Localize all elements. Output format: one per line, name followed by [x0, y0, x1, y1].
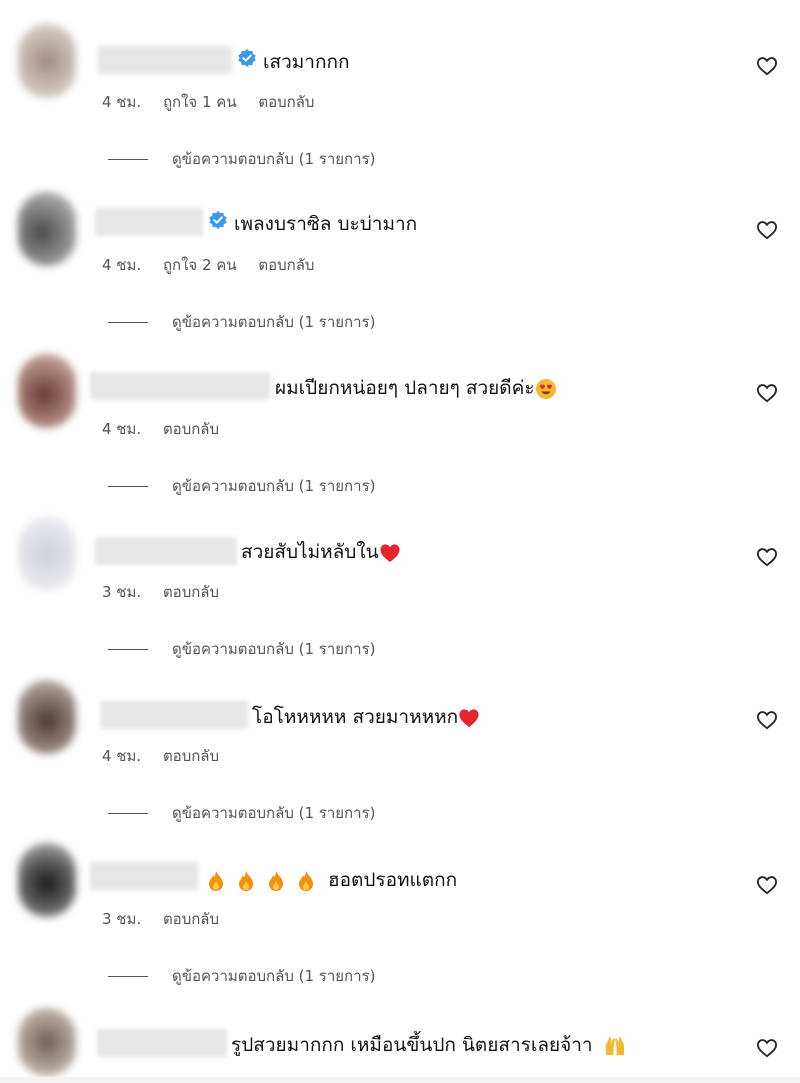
- comment-time: 4 ชม.: [102, 93, 142, 111]
- username-blurred[interactable]: [98, 46, 232, 74]
- replies-divider: [108, 813, 148, 814]
- comment-text: เพลงบราซิล บะบ่ามาก: [234, 213, 418, 235]
- reply-button[interactable]: ตอบกลับ: [163, 583, 219, 601]
- replies-divider: [108, 322, 148, 323]
- comment-meta: 4 ชม. ตอบกลับ: [102, 744, 236, 768]
- reply-button[interactable]: ตอบกลับ: [258, 93, 314, 111]
- view-replies-button[interactable]: ดูข้อความตอบกลับ (1 รายการ): [108, 147, 375, 171]
- fire-emoji: [239, 870, 253, 891]
- verified-badge-icon: [209, 211, 227, 229]
- comment-time: 4 ชม.: [102, 256, 142, 274]
- comment-text: เสวมากกก: [263, 51, 350, 73]
- reply-button[interactable]: ตอบกลับ: [258, 256, 314, 274]
- username-blurred[interactable]: [95, 537, 237, 565]
- comment-time: 4 ชม.: [102, 420, 142, 438]
- username-blurred[interactable]: [90, 372, 270, 400]
- view-replies-label: ดูข้อความตอบกลับ (1 รายการ): [172, 477, 376, 495]
- comment-likes[interactable]: ถูกใจ 1 คน: [163, 93, 237, 111]
- avatar[interactable]: [18, 517, 76, 591]
- comment-text-content: ผมเปียกหน่อยๆ ปลายๆ สวยดีค่ะ: [275, 377, 535, 399]
- replies-divider: [108, 486, 148, 487]
- comment-meta: 4 ชม. ถูกใจ 2 คน ตอบกลับ: [102, 253, 331, 277]
- comment-time: 3 ชม.: [102, 910, 142, 928]
- like-heart-icon[interactable]: [756, 220, 778, 240]
- avatar[interactable]: [18, 1008, 76, 1076]
- view-replies-button[interactable]: ดูข้อความตอบกลับ (1 รายการ): [108, 637, 375, 661]
- comment-time: 3 ชม.: [102, 583, 142, 601]
- comment-text: ฮอตปรอทแตกก: [206, 865, 457, 895]
- like-heart-icon[interactable]: [756, 547, 778, 567]
- comment-text: สวยสับไม่หลับใน: [241, 537, 401, 567]
- replies-divider: [108, 159, 148, 160]
- reply-button[interactable]: ตอบกลับ: [163, 910, 219, 928]
- view-replies-label: ดูข้อความตอบกลับ (1 รายการ): [172, 804, 376, 822]
- comment-text-content: โอโหหหหห สวยมาหหหก: [252, 706, 459, 728]
- username-blurred[interactable]: [100, 701, 248, 729]
- comment-time: 4 ชม.: [102, 747, 142, 765]
- like-heart-icon[interactable]: [756, 383, 778, 403]
- username-blurred[interactable]: [97, 1029, 227, 1057]
- view-replies-button[interactable]: ดูข้อความตอบกลับ (1 รายการ): [108, 310, 375, 334]
- comment-meta: 4 ชม. ตอบกลับ: [102, 417, 236, 441]
- bottom-divider: [0, 1077, 800, 1083]
- comment-text-content: ฮอตปรอทแตกก: [328, 869, 458, 891]
- like-heart-icon[interactable]: [756, 875, 778, 895]
- comment-likes[interactable]: ถูกใจ 2 คน: [163, 256, 237, 274]
- fire-emoji: [299, 870, 313, 891]
- reply-button[interactable]: ตอบกลับ: [163, 420, 219, 438]
- comment-meta: 3 ชม. ตอบกลับ: [102, 907, 236, 931]
- comment-text: รูปสวยมากกก เหมือนขึ้นปก นิตยสารเลยจ้าา: [231, 1030, 627, 1060]
- red-heart-emoji: [380, 543, 400, 562]
- avatar[interactable]: [18, 354, 76, 428]
- avatar[interactable]: [18, 24, 76, 98]
- comment-meta: 4 ชม. ถูกใจ 1 คน ตอบกลับ: [102, 90, 331, 114]
- comment-text-content: สวยสับไม่หลับใน: [241, 541, 379, 563]
- verified-badge-icon: [238, 49, 256, 67]
- view-replies-button[interactable]: ดูข้อความตอบกลับ (1 รายการ): [108, 474, 375, 498]
- like-heart-icon[interactable]: [756, 1038, 778, 1058]
- fire-emoji: [269, 870, 283, 891]
- fire-emoji: [209, 870, 223, 891]
- red-heart-emoji: [459, 708, 479, 727]
- replies-divider: [108, 976, 148, 977]
- avatar[interactable]: [18, 843, 76, 917]
- username-blurred[interactable]: [95, 208, 203, 236]
- comment-text: โอโหหหหห สวยมาหหหก: [252, 702, 480, 732]
- like-heart-icon[interactable]: [756, 710, 778, 730]
- comment-text: ผมเปียกหน่อยๆ ปลายๆ สวยดีค่ะ: [275, 373, 557, 403]
- view-replies-label: ดูข้อความตอบกลับ (1 รายการ): [172, 967, 376, 985]
- avatar[interactable]: [18, 192, 76, 266]
- avatar[interactable]: [18, 680, 76, 754]
- heart-eyes-emoji: [535, 378, 556, 399]
- like-heart-icon[interactable]: [756, 56, 778, 76]
- raising-hands-emoji: [605, 1036, 624, 1055]
- replies-divider: [108, 649, 148, 650]
- view-replies-label: ดูข้อความตอบกลับ (1 รายการ): [172, 640, 376, 658]
- view-replies-button[interactable]: ดูข้อความตอบกลับ (1 รายการ): [108, 964, 375, 988]
- username-blurred[interactable]: [90, 862, 198, 890]
- view-replies-button[interactable]: ดูข้อความตอบกลับ (1 รายการ): [108, 801, 375, 825]
- view-replies-label: ดูข้อความตอบกลับ (1 รายการ): [172, 313, 376, 331]
- reply-button[interactable]: ตอบกลับ: [163, 747, 219, 765]
- comment-text-content: รูปสวยมากกก เหมือนขึ้นปก นิตยสารเลยจ้าา: [231, 1034, 593, 1056]
- comment-meta: 3 ชม. ตอบกลับ: [102, 580, 236, 604]
- view-replies-label: ดูข้อความตอบกลับ (1 รายการ): [172, 150, 376, 168]
